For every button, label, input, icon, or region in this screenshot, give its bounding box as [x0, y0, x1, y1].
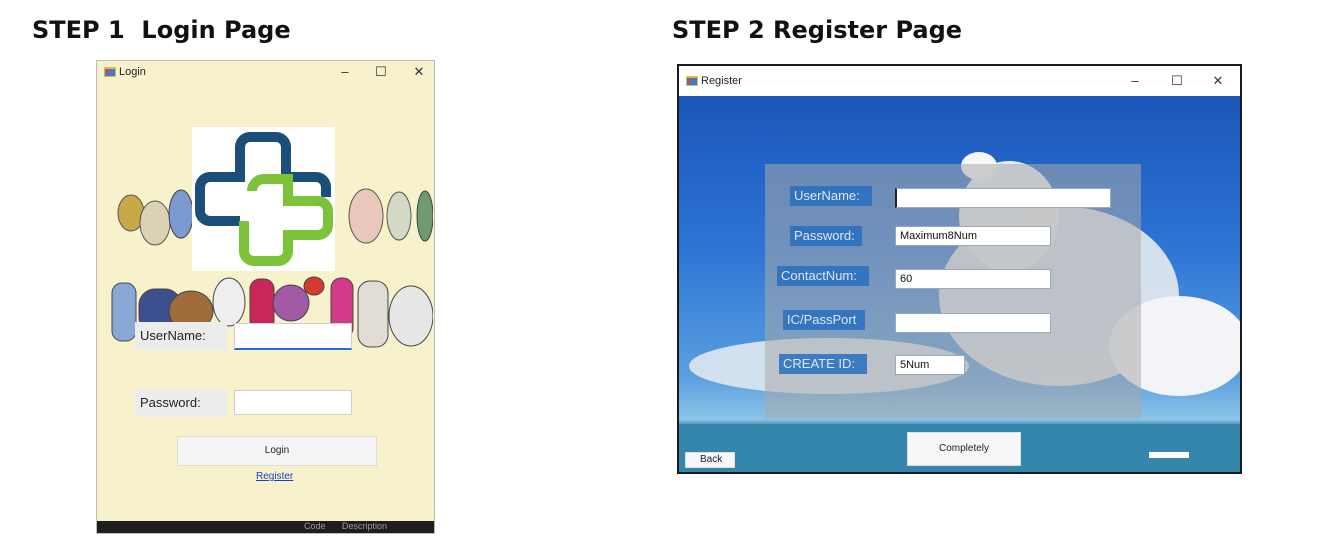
create-id-input[interactable]: 5Num: [895, 355, 965, 375]
step1-heading: STEP 1 Login Page: [32, 16, 291, 44]
password-input[interactable]: [234, 390, 352, 415]
sky-background-image: UserName: Password: Maximum8Num ContactN…: [679, 96, 1240, 472]
login-titlebar: Login – ☐ ✕: [97, 61, 434, 85]
create-id-label: CREATE ID:: [779, 354, 867, 374]
maximize-button[interactable]: ☐: [368, 64, 394, 80]
register-username-label: UserName:: [790, 186, 872, 206]
maximize-button[interactable]: ☐: [1164, 73, 1190, 89]
login-window-title: Login: [119, 66, 146, 78]
register-link[interactable]: Register: [256, 471, 293, 482]
username-label: UserName:: [135, 322, 227, 350]
minimize-button[interactable]: –: [1122, 73, 1148, 88]
ic-passport-label: IC/PassPort: [783, 310, 865, 330]
app-window-icon: [686, 76, 698, 86]
contactnum-input[interactable]: 60: [895, 269, 1051, 289]
bottom-bar: Code Description: [97, 521, 434, 533]
username-input[interactable]: [234, 323, 352, 350]
bottom-bar-description: Description: [342, 521, 388, 531]
contactnum-label: ContactNum:: [777, 266, 869, 286]
close-button[interactable]: ✕: [406, 64, 432, 80]
ic-passport-input[interactable]: [895, 313, 1051, 333]
register-window: Register – ☐ ✕ UserName: Password: Maxim…: [677, 64, 1242, 474]
register-window-title: Register: [701, 75, 742, 87]
step2-heading: STEP 2 Register Page: [672, 16, 963, 44]
login-button[interactable]: Login: [177, 436, 377, 466]
back-button[interactable]: Back: [685, 452, 735, 468]
password-label: Password:: [135, 389, 227, 417]
minimize-button[interactable]: –: [332, 64, 358, 79]
close-button[interactable]: ✕: [1205, 73, 1231, 89]
register-password-input[interactable]: Maximum8Num: [895, 226, 1051, 246]
bottom-bar-code: Code: [304, 521, 326, 531]
app-window-icon: [104, 67, 116, 77]
register-password-label: Password:: [790, 226, 862, 246]
register-titlebar: Register – ☐ ✕: [679, 66, 1240, 96]
login-window: Login – ☐ ✕ UserName: Password: Login Re: [96, 60, 435, 534]
medical-cross-logo: [192, 127, 335, 271]
register-username-input[interactable]: [895, 188, 1111, 208]
completely-button[interactable]: Completely: [907, 432, 1021, 466]
